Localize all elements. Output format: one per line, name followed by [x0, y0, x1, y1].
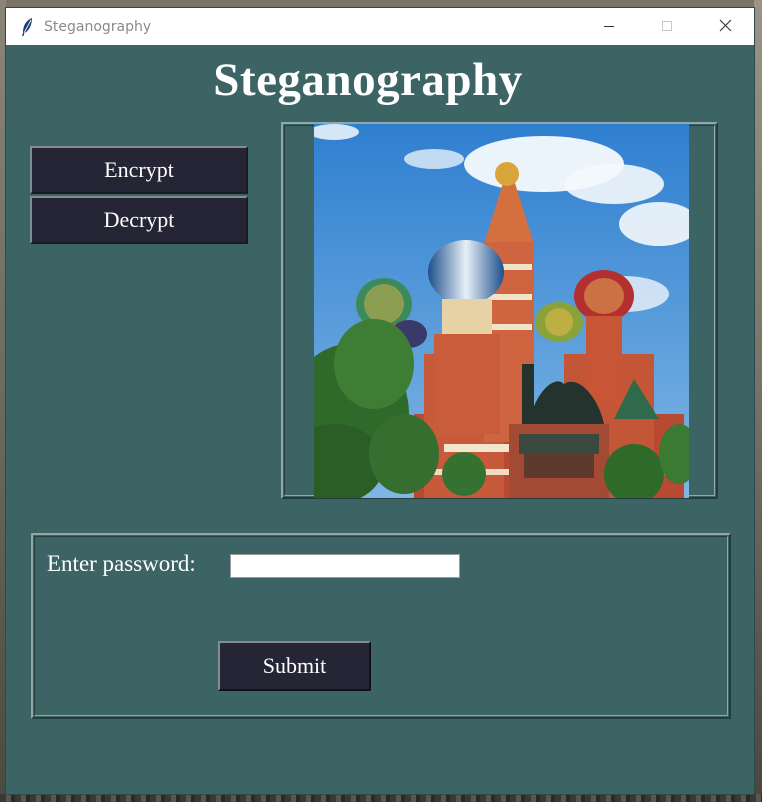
- desktop-background-bottom: [0, 794, 762, 802]
- feather-icon: [18, 17, 36, 37]
- desktop-background-right: [754, 0, 762, 802]
- password-panel: Enter password: Submit: [31, 533, 731, 719]
- minimize-icon: [603, 17, 615, 36]
- encrypt-button[interactable]: Encrypt: [30, 146, 248, 194]
- page-title: Steganography: [213, 54, 523, 106]
- window-controls: [580, 8, 754, 45]
- maximize-icon: [661, 17, 673, 36]
- minimize-button[interactable]: [580, 8, 638, 45]
- app-window: Steganography Steganography Encrypt Decr…: [5, 7, 755, 795]
- image-preview-frame: [281, 122, 718, 499]
- cathedral-photo: [314, 124, 689, 498]
- title-bar[interactable]: Steganography: [6, 8, 754, 45]
- password-input[interactable]: [230, 554, 460, 578]
- submit-button[interactable]: Submit: [218, 641, 371, 691]
- decrypt-button[interactable]: Decrypt: [30, 196, 248, 244]
- close-button[interactable]: [696, 8, 754, 45]
- window-title: Steganography: [44, 18, 152, 35]
- close-icon: [719, 17, 732, 36]
- password-label: Enter password:: [47, 551, 196, 576]
- maximize-button[interactable]: [638, 8, 696, 45]
